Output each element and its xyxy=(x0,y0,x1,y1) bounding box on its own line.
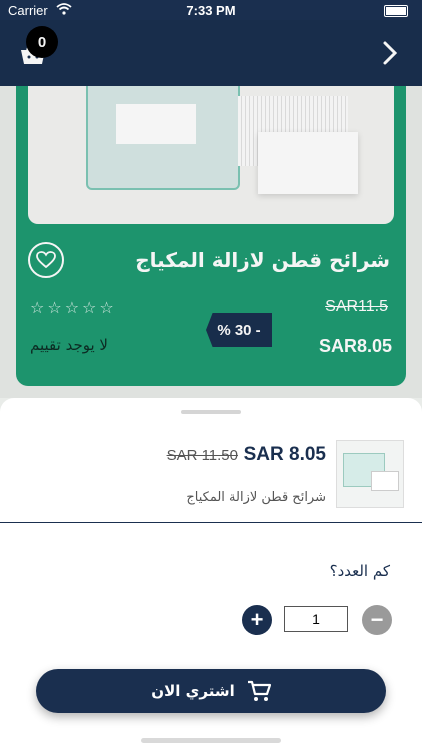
quantity-label: كم العدد؟ xyxy=(329,562,390,580)
clock: 7:33 PM xyxy=(186,3,236,18)
home-indicator xyxy=(141,738,281,743)
divider xyxy=(0,522,422,523)
minus-icon[interactable]: − xyxy=(362,605,392,635)
buy-now-button[interactable]: اشتري الان xyxy=(36,669,386,713)
purchase-sheet: SAR 8.05 SAR 11.50 شرائح قطن لازالة المك… xyxy=(0,398,422,750)
sheet-new-price: SAR 8.05 xyxy=(243,444,326,465)
battery-icon xyxy=(384,5,408,17)
shopping-cart-icon xyxy=(247,680,271,701)
sheet-product-thumbnail xyxy=(336,440,404,508)
quantity-field[interactable]: 1 xyxy=(284,606,348,632)
sheet-grabber[interactable] xyxy=(181,410,241,414)
sheet-old-price: SAR 11.50 xyxy=(166,447,238,464)
plus-icon[interactable]: + xyxy=(242,605,272,635)
overlay-dim[interactable] xyxy=(0,20,422,398)
status-bar: Carrier 7:33 PM xyxy=(0,0,422,20)
buy-now-label: اشتري الان xyxy=(151,682,235,700)
sheet-product-name: شرائح قطن لازالة المكياج xyxy=(186,490,326,505)
